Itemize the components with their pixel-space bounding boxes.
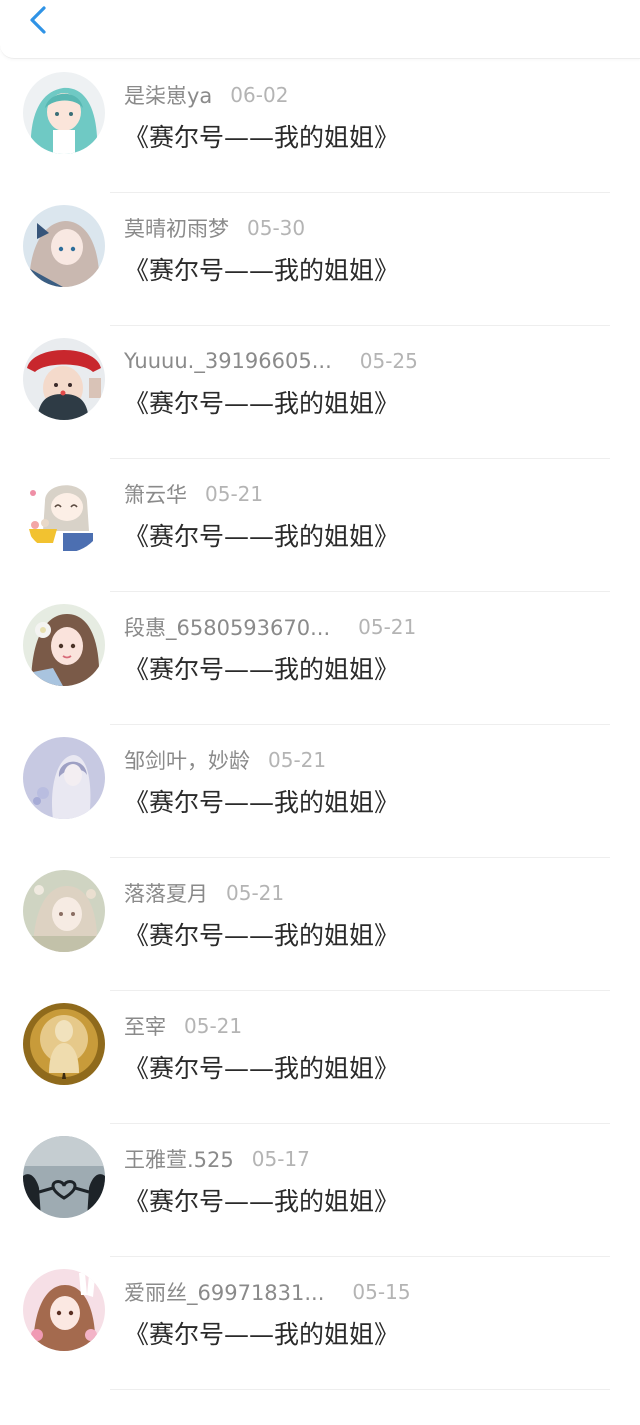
top-bar: [0, 0, 640, 59]
girl-flower-hair-photo-avatar: [23, 604, 105, 686]
vintage-anime-girl-avatar: [23, 870, 105, 952]
comment-text: 《赛尔号——我的姐姐》: [124, 1320, 400, 1349]
user-avatar[interactable]: [23, 205, 105, 287]
comment-date: 05-21: [226, 881, 285, 905]
username[interactable]: 段惠_6580593670...: [124, 612, 330, 642]
list-item[interactable]: 邹剑叶，妙龄 05-21 《赛尔号——我的姐姐》: [0, 725, 640, 858]
comment-date: 05-21: [205, 482, 264, 506]
user-avatar[interactable]: [23, 604, 105, 686]
comment-date: 05-15: [352, 1280, 411, 1304]
list-item[interactable]: 是柒崽ya 06-02 《赛尔号——我的姐姐》: [0, 60, 640, 193]
comment-text: 《赛尔号——我的姐姐》: [124, 256, 400, 285]
list-item[interactable]: 莫晴初雨梦 05-30 《赛尔号——我的姐姐》: [0, 193, 640, 326]
anime-girl-blue-bow-avatar: [23, 205, 105, 287]
user-avatar[interactable]: [23, 870, 105, 952]
comment-date: 06-02: [230, 83, 289, 107]
anime-girl-teal-hair-avatar: [23, 72, 105, 154]
comment-date: 05-21: [268, 748, 327, 772]
user-avatar[interactable]: [23, 72, 105, 154]
list-item[interactable]: 段惠_6580593670... 05-21 《赛尔号——我的姐姐》: [0, 592, 640, 725]
golden-figure-glow-avatar: [23, 1003, 105, 1085]
list-item[interactable]: 至宰 05-21 《赛尔号——我的姐姐》: [0, 991, 640, 1124]
comment-text: 《赛尔号——我的姐姐》: [124, 389, 400, 418]
username[interactable]: 落落夏月: [124, 878, 208, 908]
comment-text: 《赛尔号——我的姐姐》: [124, 655, 400, 684]
silhouette-heart-hands-avatar: [23, 1136, 105, 1218]
comment-list: 是柒崽ya 06-02 《赛尔号——我的姐姐》 莫晴初雨梦 05-30 《赛尔号…: [0, 60, 640, 1390]
user-avatar[interactable]: [23, 471, 105, 553]
username[interactable]: 箫云华: [124, 479, 187, 509]
user-avatar[interactable]: [23, 1136, 105, 1218]
list-item[interactable]: 箫云华 05-21 《赛尔号——我的姐姐》: [0, 459, 640, 592]
comment-text: 《赛尔号——我的姐姐》: [124, 788, 400, 817]
list-item[interactable]: 王雅萱.525 05-17 《赛尔号——我的姐姐》: [0, 1124, 640, 1257]
back-button[interactable]: [22, 2, 58, 38]
comment-date: 05-25: [359, 349, 418, 373]
girl-red-hat-photo-avatar: [23, 338, 105, 420]
username[interactable]: 王雅萱.525: [124, 1144, 234, 1174]
comment-date: 05-17: [251, 1147, 310, 1171]
comment-text: 《赛尔号——我的姐姐》: [124, 921, 400, 950]
user-avatar[interactable]: [23, 1269, 105, 1351]
list-item[interactable]: 爱丽丝_69971831... 05-15 《赛尔号——我的姐姐》: [0, 1257, 640, 1390]
comment-text: 《赛尔号——我的姐姐》: [124, 522, 400, 551]
comment-text: 《赛尔号——我的姐姐》: [124, 1054, 400, 1083]
comment-text: 《赛尔号——我的姐姐》: [124, 123, 400, 152]
user-avatar[interactable]: [23, 1003, 105, 1085]
username[interactable]: Yuuuu._39196605...: [124, 349, 332, 373]
user-avatar[interactable]: [23, 737, 105, 819]
chevron-left-icon: [30, 6, 46, 34]
pink-bunny-girl-avatar: [23, 1269, 105, 1351]
user-avatar[interactable]: [23, 338, 105, 420]
list-item[interactable]: 落落夏月 05-21 《赛尔号——我的姐姐》: [0, 858, 640, 991]
comment-date: 05-21: [358, 615, 417, 639]
divider: [110, 1389, 610, 1390]
lavender-girl-illustration-avatar: [23, 737, 105, 819]
username[interactable]: 是柒崽ya: [124, 80, 212, 110]
comment-date: 05-21: [184, 1014, 243, 1038]
username[interactable]: 邹剑叶，妙龄: [124, 745, 250, 775]
chibi-girl-sticker-avatar: [23, 471, 105, 553]
username[interactable]: 莫晴初雨梦: [124, 213, 229, 243]
username[interactable]: 至宰: [124, 1011, 166, 1041]
comment-text: 《赛尔号——我的姐姐》: [124, 1187, 400, 1216]
comment-date: 05-30: [247, 216, 306, 240]
list-item[interactable]: Yuuuu._39196605... 05-25 《赛尔号——我的姐姐》: [0, 326, 640, 459]
username[interactable]: 爱丽丝_69971831...: [124, 1277, 324, 1307]
